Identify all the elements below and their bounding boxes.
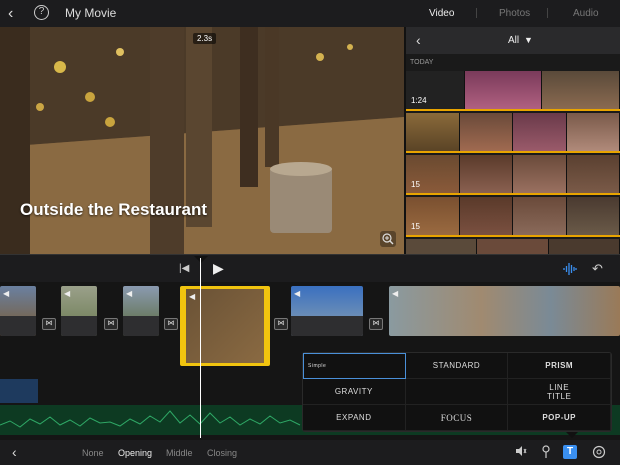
- thumbnail: [477, 239, 549, 254]
- title-style-line-title[interactable]: LINE TITLE: [508, 379, 611, 405]
- title-icon[interactable]: T: [563, 445, 577, 459]
- transition-icon[interactable]: ⋈: [274, 318, 288, 330]
- pin-icon[interactable]: [541, 445, 551, 462]
- chevron-left-icon[interactable]: ‹: [416, 32, 421, 48]
- speaker-icon: ◀: [294, 289, 301, 298]
- skip-start-icon[interactable]: |◀: [179, 263, 189, 274]
- speaker-icon: ◀: [189, 292, 196, 301]
- help-icon[interactable]: ?: [34, 5, 49, 20]
- title-style-pop-up[interactable]: POP-UP: [508, 405, 611, 431]
- title-style-gravity[interactable]: GRAVITY: [303, 379, 406, 405]
- title-style-standard[interactable]: STANDARD: [405, 353, 509, 379]
- selected-timeline-clip[interactable]: ◀: [180, 286, 270, 366]
- picker-pointer: [566, 432, 578, 438]
- thumbnail: [548, 239, 620, 254]
- timeline-clip[interactable]: ◀: [123, 286, 159, 336]
- title-style-picker: Simple STANDARD PRISM GRAVITY LINE TITLE…: [302, 352, 612, 432]
- title-style-line-title-label: LINE TITLE: [547, 382, 572, 401]
- title-style-blank[interactable]: [405, 379, 509, 405]
- title-style-prism[interactable]: PRISM: [508, 353, 611, 379]
- clip-duration: 15: [411, 222, 420, 231]
- timeline-clip[interactable]: ◀: [0, 286, 36, 336]
- zoom-icon[interactable]: [380, 231, 396, 247]
- thumbnail: [459, 155, 513, 193]
- thumbnail: [513, 155, 567, 193]
- top-bar: ‹ ? My Movie Video Photos Audio: [0, 0, 620, 27]
- thumbnail: [464, 71, 543, 109]
- timeline-clip[interactable]: ◀: [61, 286, 97, 336]
- section-label: TODAY: [410, 59, 434, 66]
- title-track[interactable]: [0, 379, 38, 403]
- thumbnail: [406, 113, 460, 151]
- chevron-left-icon[interactable]: ‹: [8, 5, 13, 23]
- title-style-focus[interactable]: FOCUS: [405, 405, 509, 431]
- tab-divider: [476, 8, 477, 18]
- playhead-cap: [194, 256, 208, 263]
- thumbnail: [459, 197, 513, 235]
- clip-duration: 15: [411, 180, 420, 189]
- title-style-expand[interactable]: EXPAND: [303, 405, 406, 431]
- transition-icon[interactable]: ⋈: [369, 318, 383, 330]
- thumbnail: [513, 113, 567, 151]
- tab-divider: [547, 8, 548, 18]
- browser-header: ‹ All ▼: [406, 27, 620, 54]
- speaker-icon: ◀: [64, 289, 71, 298]
- thumbnail: [566, 197, 620, 235]
- clip-audio-lane: [123, 316, 159, 336]
- media-row[interactable]: [406, 239, 620, 254]
- undo-icon[interactable]: ↶: [592, 261, 603, 277]
- clip-duration-badge: 2.3s: [193, 33, 217, 44]
- media-browser: ‹ All ▼ TODAY 1:24 15 15: [406, 27, 620, 254]
- title-style-simple[interactable]: Simple: [303, 353, 406, 379]
- tab-video[interactable]: Video: [429, 8, 454, 19]
- timeline-clip[interactable]: ◀: [291, 286, 363, 336]
- title-position-closing[interactable]: Closing: [207, 448, 237, 458]
- media-row[interactable]: [406, 113, 620, 153]
- transition-icon[interactable]: ⋈: [164, 318, 178, 330]
- waveform-icon[interactable]: [563, 263, 577, 278]
- tab-audio[interactable]: Audio: [573, 8, 599, 19]
- caret-down-icon[interactable]: ▼: [524, 35, 533, 45]
- transport-bar: |◀ ▶ ↶: [0, 254, 620, 282]
- thumbnail: [459, 113, 513, 151]
- clip-title-overlay: Outside the Restaurant: [20, 200, 208, 219]
- clip-audio-lane: [61, 316, 97, 336]
- filter-icon[interactable]: [592, 445, 606, 462]
- speaker-icon: ◀: [392, 289, 399, 298]
- volume-icon[interactable]: [515, 445, 527, 460]
- speaker-icon: ◀: [126, 289, 133, 298]
- title-position-middle[interactable]: Middle: [166, 448, 193, 458]
- thumbnail: [406, 239, 478, 254]
- clip-duration: 1:24: [411, 96, 427, 105]
- media-row[interactable]: 15: [406, 155, 620, 195]
- playhead[interactable]: [200, 258, 201, 438]
- chevron-left-icon[interactable]: ‹: [12, 444, 17, 460]
- thumbnail: [513, 197, 567, 235]
- transition-icon[interactable]: ⋈: [42, 318, 56, 330]
- thumbnail: [566, 155, 620, 193]
- video-viewer[interactable]: 2.3s Outside the Restaurant: [0, 27, 404, 254]
- speaker-icon: ◀: [3, 289, 10, 298]
- project-title: My Movie: [65, 6, 117, 20]
- filter-dropdown[interactable]: All: [508, 35, 519, 46]
- transition-icon[interactable]: ⋈: [104, 318, 118, 330]
- clip-audio-lane: [0, 316, 36, 336]
- thumbnail: [542, 71, 620, 109]
- thumbnail: [566, 113, 620, 151]
- timeline-clip[interactable]: ◀: [389, 286, 620, 336]
- play-icon[interactable]: ▶: [213, 260, 224, 277]
- title-position-opening[interactable]: Opening: [118, 448, 152, 458]
- media-row[interactable]: 15: [406, 197, 620, 237]
- clip-audio-lane: [291, 316, 363, 336]
- bottom-bar: ‹ None Opening Middle Closing T: [0, 440, 620, 465]
- title-position-none[interactable]: None: [82, 448, 104, 458]
- tab-photos[interactable]: Photos: [499, 8, 530, 19]
- media-row[interactable]: 1:24: [406, 71, 620, 111]
